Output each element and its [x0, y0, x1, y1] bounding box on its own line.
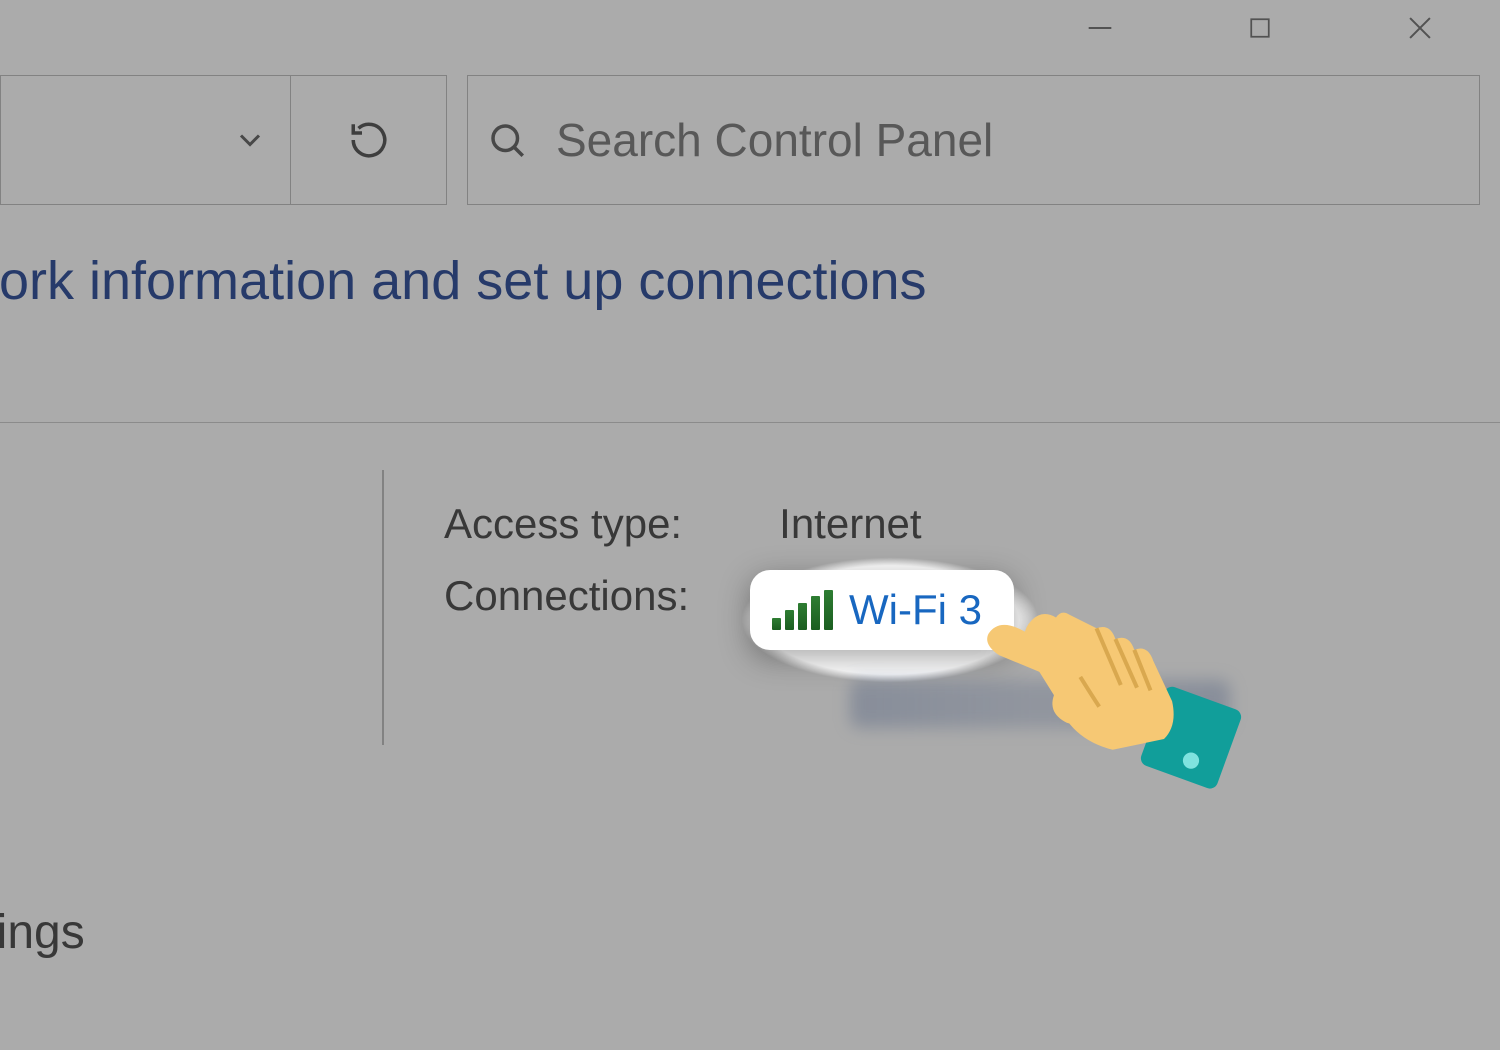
refresh-button[interactable] [291, 76, 446, 204]
settings-text-fragment: ttings [0, 905, 85, 960]
connections-label: Connections: [444, 572, 689, 620]
control-panel-window-fragment: er Search Control Panel work information… [0, 0, 1500, 1050]
refresh-icon [348, 119, 390, 161]
wifi-connection-label: Wi-Fi 3 [849, 586, 982, 634]
maximize-icon [1245, 13, 1275, 43]
close-button[interactable] [1340, 0, 1500, 55]
wifi-connection-link[interactable]: Wi-Fi 3 [750, 570, 1014, 650]
access-type-label: Access type: [444, 500, 689, 548]
breadcrumb-segment[interactable]: er [1, 76, 291, 204]
maximize-button[interactable] [1180, 0, 1340, 55]
toolbar: er Search Control Panel [0, 75, 1500, 205]
close-icon [1403, 11, 1437, 45]
chevron-down-icon [232, 122, 268, 158]
vertical-divider [382, 470, 384, 745]
minimize-button[interactable] [1020, 0, 1180, 55]
address-breadcrumb[interactable]: er [0, 75, 447, 205]
minimize-icon [1083, 11, 1117, 45]
obscured-network-name [850, 680, 1230, 728]
window-chrome [1020, 0, 1500, 55]
search-icon [486, 119, 528, 161]
access-type-value: Internet [779, 500, 921, 548]
search-input[interactable]: Search Control Panel [467, 75, 1480, 205]
section-divider [0, 422, 1500, 423]
search-placeholder: Search Control Panel [556, 113, 993, 167]
wifi-signal-icon [772, 590, 833, 630]
page-heading-fragment: work information and set up connections [0, 250, 927, 312]
